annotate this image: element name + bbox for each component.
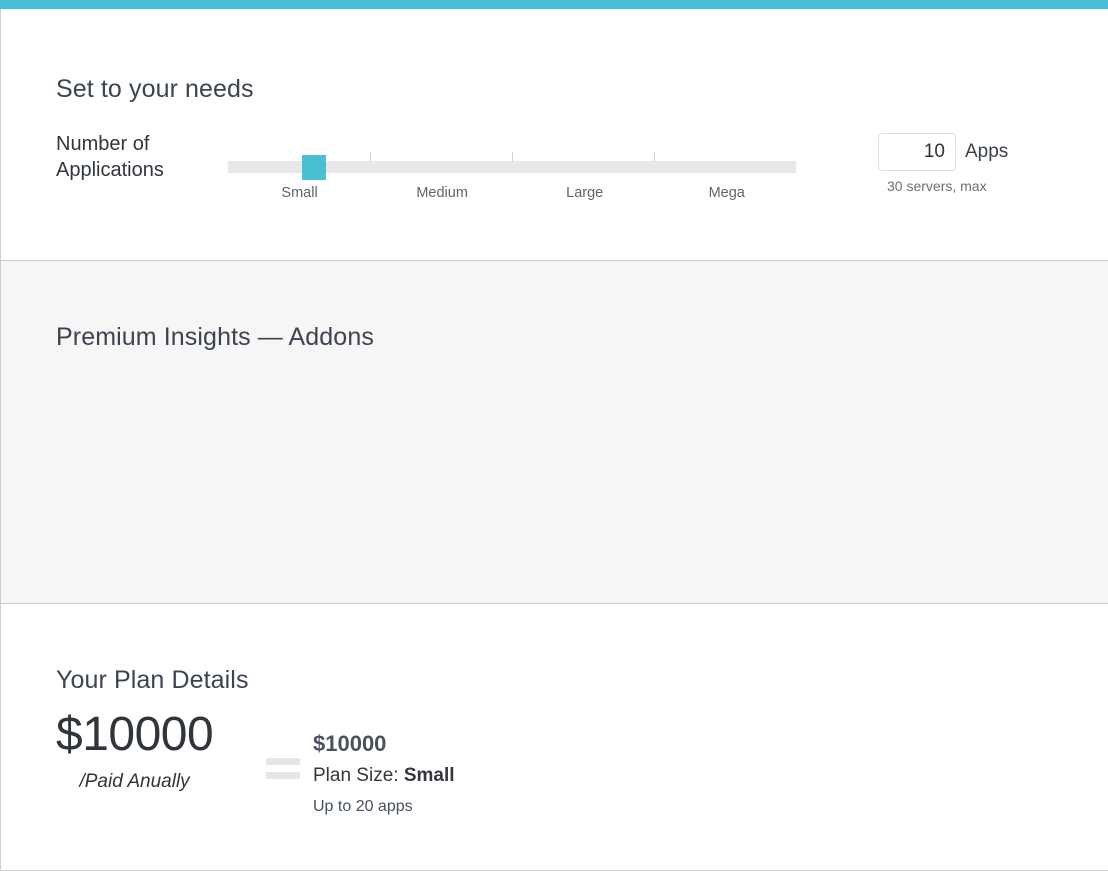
slider-number-of-applications[interactable]: Small Medium Large Mega [228, 149, 796, 201]
scale-label-small: Small [281, 185, 318, 201]
section-set-to-your-needs: Set to your needs Number of Applications… [1, 9, 1108, 260]
note-servers-max: 30 servers, max [887, 178, 987, 194]
section-title-plan: Your Plan Details [56, 666, 249, 694]
equals-icon-bar-bottom [266, 772, 300, 779]
section-title-addons: Premium Insights — Addons [56, 323, 374, 351]
section-title-needs: Set to your needs [56, 75, 254, 103]
plan-size-value: Small [403, 765, 455, 786]
slider-row-number-of-applications: Number of Applications Small Medium Larg… [1, 119, 1108, 201]
plan-summary-price: $10000 [313, 731, 387, 756]
section-premium-insights-addons: Premium Insights — Addons Source Code Sm… [1, 260, 1108, 800]
unit-label-apps: Apps [965, 141, 1009, 162]
slider-tick [370, 152, 371, 162]
slider-tick [654, 152, 655, 162]
value-line: Apps [878, 133, 1008, 171]
input-number-of-applications[interactable] [878, 133, 956, 171]
slider-scale: Small Medium Large Mega [228, 185, 796, 205]
plan-summary-block: $10000 Plan Size: Small Up to 20 apps [313, 729, 455, 820]
label-number-of-applications: Number of Applications [56, 131, 226, 183]
plan-summary-size: Plan Size: Small [313, 761, 455, 791]
section-your-plan-details: Your Plan Details $10000 /Paid Anually $… [1, 604, 1108, 869]
pricing-calculator-page: Set to your needs Number of Applications… [0, 0, 1108, 871]
plan-price-period: /Paid Anually [79, 771, 190, 792]
plan-summary-capacity: Up to 20 apps [313, 798, 413, 815]
plan-price-amount: $10000 [56, 708, 214, 761]
label-line-1: Number of [56, 133, 150, 155]
plan-price-block: $10000 /Paid Anually [56, 708, 214, 793]
scale-label-medium: Medium [416, 185, 468, 201]
plan-size-label: Plan Size: [313, 765, 404, 786]
equals-icon [266, 758, 300, 779]
plan-details-body: $10000 /Paid Anually $10000 Plan Size: S… [1, 709, 1108, 839]
top-accent-bar [0, 0, 1108, 9]
scale-label-large: Large [566, 185, 604, 201]
label-line-2: Applications [56, 159, 164, 181]
value-group-number-of-applications: Apps 30 servers, max [878, 133, 1008, 194]
equals-icon-bar-top [266, 758, 300, 765]
scale-label-mega: Mega [708, 185, 745, 201]
slider-tick [512, 152, 513, 162]
slider-handle-number-of-applications[interactable] [301, 155, 326, 180]
pricing-card: Set to your needs Number of Applications… [0, 9, 1108, 871]
